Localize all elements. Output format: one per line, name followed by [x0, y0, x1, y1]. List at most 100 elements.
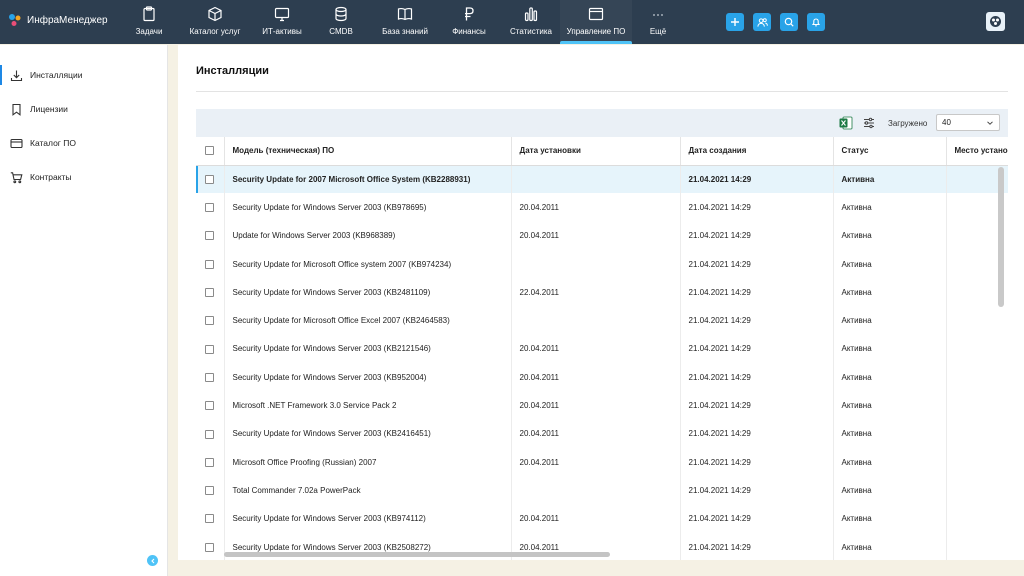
cell-status: Активна	[833, 447, 947, 477]
cell-status: Активна	[833, 504, 947, 533]
row-checkbox[interactable]	[205, 259, 215, 269]
cell-created-date: 21.04.2021 14:29	[680, 476, 834, 505]
chevron-down-icon	[987, 121, 993, 125]
search-icon	[784, 17, 794, 27]
table-row[interactable]: Security Update for Microsoft Office Exc…	[196, 306, 1008, 335]
row-select-cell	[196, 447, 225, 477]
cell-model: Security Update for Microsoft Office Exc…	[224, 306, 512, 335]
cell-location	[946, 532, 1008, 560]
row-checkbox[interactable]	[205, 288, 215, 298]
table-row[interactable]: Update for Windows Server 2003 (KB968389…	[196, 221, 1008, 250]
main-content: Инсталляции Загружено 40 Модель (техниче…	[178, 45, 1024, 560]
cell-location	[946, 391, 1008, 420]
row-checkbox[interactable]	[205, 542, 215, 552]
users-button[interactable]	[753, 13, 771, 31]
sidebar-item-label: Каталог ПО	[30, 138, 76, 148]
table-row[interactable]: Security Update for Windows Server 2003 …	[196, 334, 1008, 364]
column-header-install-date[interactable]: Дата установки	[511, 137, 681, 166]
app-logo[interactable]: ИнфраМенеджер	[8, 13, 108, 27]
nav-cmdb[interactable]: CMDB	[308, 0, 374, 44]
table-row[interactable]: Security Update for Windows Server 2003 …	[196, 193, 1008, 222]
cell-model: Security Update for Windows Server 2003 …	[224, 278, 512, 307]
row-checkbox[interactable]	[205, 344, 215, 354]
cell-status: Активна	[833, 278, 947, 307]
row-checkbox[interactable]	[205, 372, 215, 382]
cell-install-date	[511, 165, 681, 194]
card-icon	[10, 138, 23, 148]
sidebar-item-label: Инсталляции	[30, 70, 83, 80]
user-profile-button[interactable]	[986, 12, 1005, 31]
column-header-model[interactable]: Модель (техническая) ПО	[224, 137, 512, 166]
search-button[interactable]	[780, 13, 798, 31]
chevron-left-icon	[150, 558, 154, 563]
table-row[interactable]: Security Update for Microsoft Office sys…	[196, 249, 1008, 279]
vertical-scrollbar[interactable]	[998, 167, 1004, 307]
table-row[interactable]: Microsoft .NET Framework 3.0 Service Pac…	[196, 391, 1008, 420]
row-checkbox[interactable]	[205, 486, 215, 496]
clipboard-icon	[143, 6, 155, 22]
table-row[interactable]: Security Update for Windows Server 2003 …	[196, 504, 1008, 533]
column-header-created-date[interactable]: Дата создания	[680, 137, 834, 166]
table-row[interactable]: Microsoft Office Proofing (Russian) 2007…	[196, 447, 1008, 477]
cell-model: Security Update for Windows Server 2003 …	[224, 363, 512, 392]
cell-created-date: 21.04.2021 14:29	[680, 532, 834, 560]
horizontal-scrollbar[interactable]	[224, 552, 610, 557]
cell-install-date: 20.04.2011	[511, 391, 681, 420]
nav-label: Каталог услуг	[189, 27, 241, 36]
users-icon	[756, 17, 768, 27]
row-checkbox[interactable]	[205, 429, 215, 439]
row-checkbox[interactable]	[205, 231, 215, 241]
select-all-checkbox[interactable]	[205, 146, 215, 156]
row-checkbox[interactable]	[205, 316, 215, 326]
cell-created-date: 21.04.2021 14:29	[680, 504, 834, 533]
column-header-status[interactable]: Статус	[833, 137, 947, 166]
table-row[interactable]: Security Update for Windows Server 2003 …	[196, 419, 1008, 448]
row-checkbox[interactable]	[205, 175, 215, 185]
nav-label: Статистика	[509, 27, 552, 36]
column-settings-icon[interactable]	[863, 117, 875, 129]
page-size-select[interactable]: 40	[936, 114, 1000, 131]
sidebar-item-contracts[interactable]: Контракты	[0, 160, 167, 194]
cell-created-date: 21.04.2021 14:29	[680, 334, 834, 364]
row-select-cell	[196, 532, 225, 560]
sidebar-item-installations[interactable]: Инсталляции	[0, 58, 167, 92]
cell-location	[946, 504, 1008, 533]
row-checkbox[interactable]	[205, 401, 215, 411]
sidebar-item-licenses[interactable]: Лицензии	[0, 92, 167, 126]
table-row[interactable]: Security Update for 2007 Microsoft Offic…	[196, 165, 1008, 194]
notifications-button[interactable]	[807, 13, 825, 31]
grid-app-icon	[990, 16, 1001, 27]
cell-location	[946, 419, 1008, 448]
nav-tasks[interactable]: Задачи	[124, 0, 174, 44]
book-icon	[397, 7, 413, 21]
table-row[interactable]: Total Commander 7.02a PowerPack 21.04.202…	[196, 476, 1008, 505]
sidebar-collapse-button[interactable]	[147, 555, 158, 566]
cell-install-date: 20.04.2011	[511, 363, 681, 392]
installations-table: Модель (техническая) ПО Дата установки Д…	[196, 137, 1008, 560]
ruble-icon	[465, 7, 474, 21]
row-select-cell	[196, 419, 225, 448]
nav-software-management[interactable]: Управление ПО	[560, 0, 632, 44]
column-header-location[interactable]: Место установки	[946, 137, 1008, 166]
active-tab-indicator	[560, 41, 632, 44]
cell-created-date: 21.04.2021 14:29	[680, 249, 834, 279]
row-select-cell	[196, 476, 225, 505]
sidebar-item-label: Лицензии	[30, 104, 68, 114]
nav-more[interactable]: Ещё	[632, 0, 684, 44]
row-select-cell	[196, 504, 225, 533]
row-checkbox[interactable]	[205, 203, 215, 213]
table-row[interactable]: Security Update for Windows Server 2003 …	[196, 363, 1008, 392]
nav-it-assets[interactable]: ИТ-активы	[256, 0, 308, 44]
nav-knowledge-base[interactable]: База знаний	[374, 0, 436, 44]
table-row[interactable]: Security Update for Windows Server 2003 …	[196, 278, 1008, 307]
cell-location	[946, 306, 1008, 335]
add-button[interactable]	[726, 13, 744, 31]
table-toolbar: Загружено 40	[196, 109, 1008, 137]
row-checkbox[interactable]	[205, 514, 215, 524]
excel-export-icon[interactable]	[839, 116, 853, 130]
row-checkbox[interactable]	[205, 457, 215, 467]
sidebar-item-software-catalog[interactable]: Каталог ПО	[0, 126, 167, 160]
nav-statistics[interactable]: Статистика	[502, 0, 560, 44]
nav-service-catalog[interactable]: Каталог услуг	[174, 0, 256, 44]
nav-finance[interactable]: Финансы	[436, 0, 502, 44]
